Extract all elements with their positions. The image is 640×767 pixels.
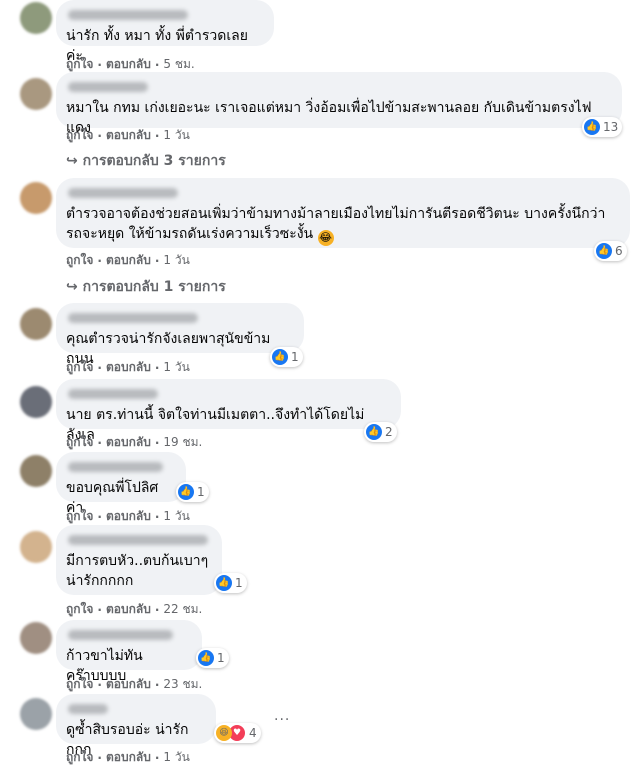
comment-actions: ถูกใจ · ตอบกลับ · 23 ชม. (66, 675, 202, 694)
commenter-name[interactable] (68, 188, 178, 198)
comment-actions: ถูกใจ · ตอบกลับ · 1 วัน (66, 126, 190, 145)
like-button[interactable]: ถูกใจ (66, 507, 93, 526)
view-replies-link[interactable]: ↪ การตอบกลับ 3 รายการ (66, 150, 226, 172)
reply-button[interactable]: ตอบกลับ (106, 748, 151, 767)
like-button[interactable]: ถูกใจ (66, 358, 93, 377)
commenter-name[interactable] (68, 10, 188, 20)
avatar[interactable] (20, 386, 52, 418)
comment-bubble: นาย ตร.ท่านนี้ จิตใจท่านมีเมตตา..จึงทำได… (56, 379, 401, 443)
reply-button[interactable]: ตอบกลับ (106, 600, 151, 619)
comment-bubble: หมาใน กทม เก่งเยอะนะ เราเจอแต่หมา วิ่งอ้… (56, 72, 622, 136)
like-reaction-icon: 👍 (216, 575, 232, 591)
timestamp[interactable]: 22 ชม. (163, 600, 202, 619)
like-button[interactable]: ถูกใจ (66, 748, 93, 767)
like-button[interactable]: ถูกใจ (66, 600, 93, 619)
like-button[interactable]: ถูกใจ (66, 251, 93, 270)
reaction-count[interactable]: 👍 1 (196, 648, 229, 668)
comment-bubble: ขอบคุณพี่โปลิศค่า (56, 452, 186, 516)
like-button[interactable]: ถูกใจ (66, 675, 93, 694)
comment-bubble: น่ารัก ทั้ง หมา ทั้ง พี่ตำรวดเลยค่ะ (56, 0, 274, 64)
comment-actions: ถูกใจ · ตอบกลับ · 1 วัน (66, 251, 190, 270)
timestamp[interactable]: 1 วัน (163, 251, 189, 270)
like-reaction-icon: 👍 (198, 650, 214, 666)
reply-button[interactable]: ตอบกลับ (106, 251, 151, 270)
avatar[interactable] (20, 308, 52, 340)
comment-bubble: มีการตบหัว..ตบก้นเบาๆ น่ารักกกกก (56, 525, 222, 595)
avatar[interactable] (20, 531, 52, 563)
comment-actions: ถูกใจ · ตอบกลับ · 1 วัน (66, 748, 190, 767)
reply-button[interactable]: ตอบกลับ (106, 507, 151, 526)
timestamp[interactable]: 1 วัน (163, 748, 189, 767)
avatar[interactable] (20, 2, 52, 34)
reply-button[interactable]: ตอบกลับ (106, 433, 151, 452)
reaction-count[interactable]: 👍 1 (270, 347, 303, 367)
avatar[interactable] (20, 78, 52, 110)
comment-actions: ถูกใจ · ตอบกลับ · 1 วัน (66, 507, 190, 526)
like-button[interactable]: ถูกใจ (66, 433, 93, 452)
comment-bubble: ตำรวจอาจต้องช่วยสอนเพิ่มว่าข้ามทางม้าลาย… (56, 178, 630, 248)
commenter-name[interactable] (68, 313, 198, 323)
like-reaction-icon: 👍 (584, 119, 600, 135)
comment-text: ตำรวจอาจต้องช่วยสอนเพิ่มว่าข้ามทางม้าลาย… (66, 206, 606, 246)
reaction-count[interactable]: 👍 2 (364, 422, 397, 442)
avatar[interactable] (20, 455, 52, 487)
avatar[interactable] (20, 698, 52, 730)
commenter-name[interactable] (68, 535, 208, 545)
reaction-count[interactable]: 😆 ♥ 4 (214, 723, 261, 743)
commenter-name[interactable] (68, 630, 173, 640)
avatar[interactable] (20, 182, 52, 214)
like-reaction-icon: 👍 (366, 424, 382, 440)
laughing-emoji: 😂 (317, 230, 334, 246)
timestamp[interactable]: 1 วัน (163, 507, 189, 526)
commenter-name[interactable] (68, 389, 158, 399)
commenter-name[interactable] (68, 704, 108, 714)
like-button[interactable]: ถูกใจ (66, 126, 93, 145)
timestamp[interactable]: 23 ชม. (163, 675, 202, 694)
comment-actions: ถูกใจ · ตอบกลับ · 22 ชม. (66, 600, 202, 619)
commenter-name[interactable] (68, 462, 163, 472)
like-reaction-icon: 👍 (178, 484, 194, 500)
like-reaction-icon: 👍 (596, 243, 612, 259)
timestamp[interactable]: 19 ชม. (163, 433, 202, 452)
reaction-count[interactable]: 👍 13 (582, 117, 623, 137)
reaction-count[interactable]: 👍 1 (176, 482, 209, 502)
reply-button[interactable]: ตอบกลับ (106, 675, 151, 694)
avatar[interactable] (20, 622, 52, 654)
comment-bubble: ก้าวขาไม่ทันคร๊าบบบบ (56, 620, 202, 684)
comment-bubble: ดูซ้ำสิบรอบอ่ะ น่ารักกกก (56, 694, 216, 758)
view-replies-link[interactable]: ↪ การตอบกลับ 1 รายการ (66, 276, 226, 298)
like-reaction-icon: 👍 (272, 349, 288, 365)
reaction-count[interactable]: 👍 6 (594, 241, 627, 261)
reply-button[interactable]: ตอบกลับ (106, 126, 151, 145)
commenter-name[interactable] (68, 82, 148, 92)
timestamp[interactable]: 1 วัน (163, 126, 189, 145)
comment-actions: ถูกใจ · ตอบกลับ · 1 วัน (66, 358, 190, 377)
more-options-icon[interactable]: ··· (274, 712, 290, 728)
reply-button[interactable]: ตอบกลับ (106, 358, 151, 377)
comment-text: มีการตบหัว..ตบก้นเบาๆ น่ารักกกกก (66, 553, 209, 589)
comment-bubble: คุณตำรวจน่ารักจังเลยพาสุนัขข้ามถนน (56, 303, 304, 367)
comment-actions: ถูกใจ · ตอบกลับ · 19 ชม. (66, 433, 202, 452)
reaction-count[interactable]: 👍 1 (214, 573, 247, 593)
timestamp[interactable]: 1 วัน (163, 358, 189, 377)
haha-reaction-icon: 😆 (216, 725, 232, 741)
